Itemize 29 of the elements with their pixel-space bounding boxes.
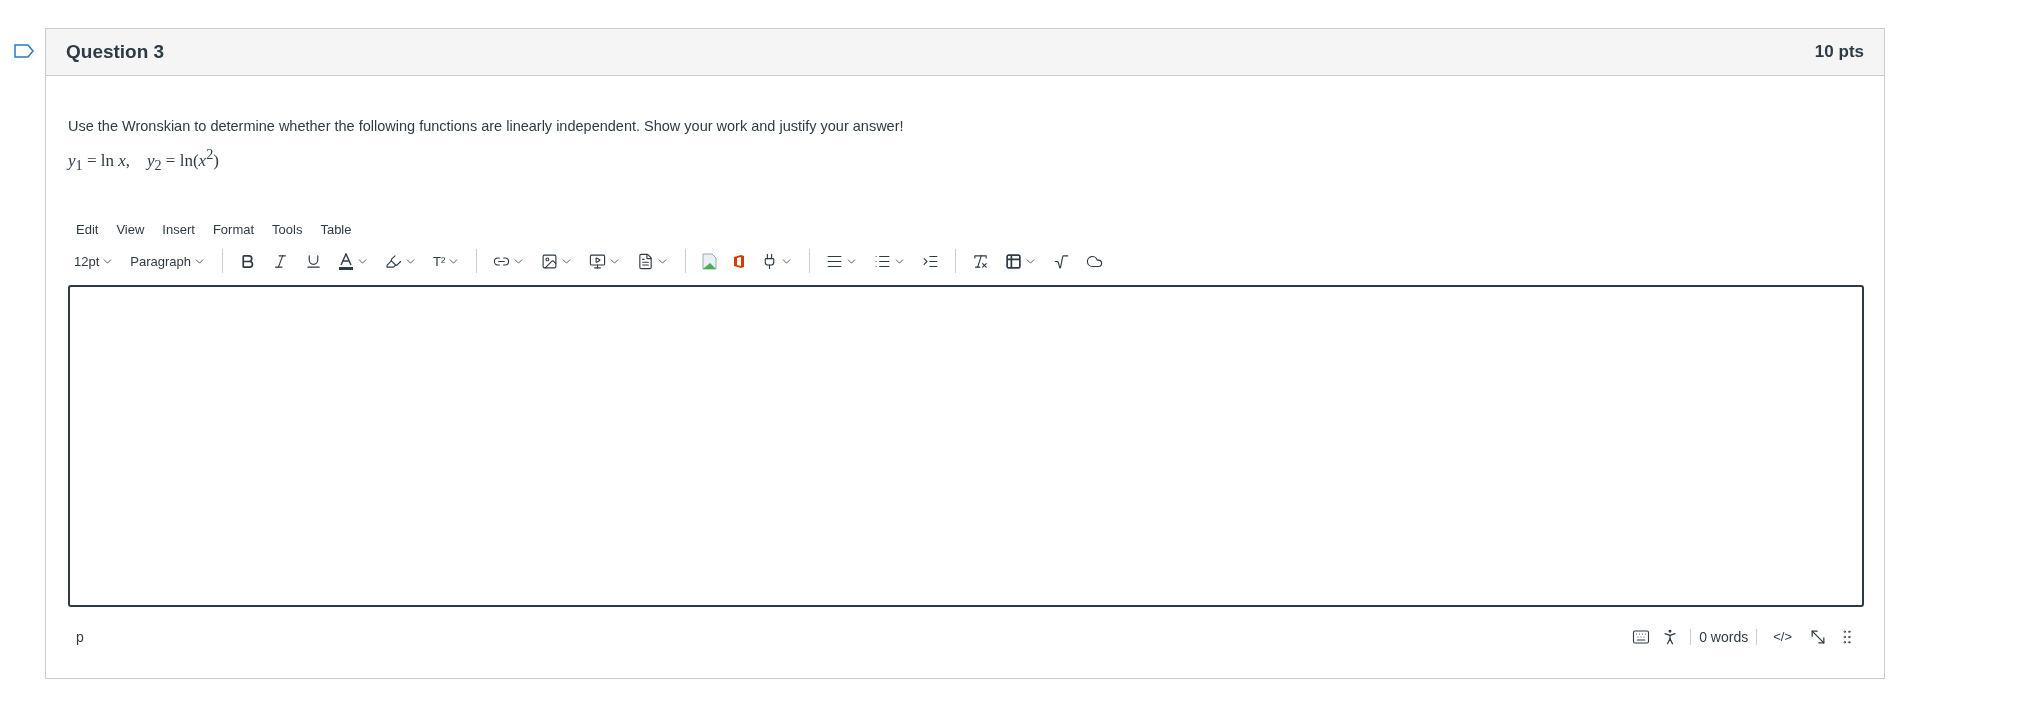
media-icon (589, 252, 607, 270)
math-formula: y$_{1}$ = ln x, y$_{2}$ = ln(x$^{2}$) (68, 146, 220, 175)
image-icon (541, 252, 559, 270)
question-title: Question 3 (66, 41, 165, 63)
menu-item[interactable]: View (108, 218, 153, 242)
table-icon (1005, 252, 1023, 270)
office-icon (733, 253, 746, 269)
picture-icon (702, 252, 718, 270)
superscript-button[interactable]: T² (427, 249, 467, 273)
document-icon (637, 252, 655, 270)
element-path: p (76, 628, 84, 645)
menu-item[interactable]: Insert (154, 218, 203, 242)
letter-a-icon (338, 252, 355, 270)
html-editor-button[interactable]: </> (1767, 625, 1798, 649)
flag-icon[interactable] (14, 44, 34, 58)
menu-item[interactable]: Edit (68, 218, 107, 242)
square-root-icon (1053, 252, 1071, 270)
points-label: 10 pts (1814, 42, 1864, 62)
clear-formatting-icon (972, 252, 990, 270)
font-size-dropdown[interactable]: 12pt (68, 249, 121, 273)
menu-item[interactable]: Format (204, 218, 263, 242)
question-text: Use the Wronskian to determine whether the following functions are linearly independent. Show your work and justify your answer! (68, 118, 905, 134)
block-format-dropdown[interactable]: Paragraph (124, 249, 213, 273)
underline-icon (305, 252, 323, 270)
menu-item[interactable]: Tools (264, 218, 311, 242)
word-count[interactable]: 0 words (1690, 628, 1758, 645)
keyboard-icon[interactable] (1632, 627, 1651, 646)
menu-item[interactable]: Table (312, 218, 360, 242)
highlighter-icon (385, 252, 403, 270)
